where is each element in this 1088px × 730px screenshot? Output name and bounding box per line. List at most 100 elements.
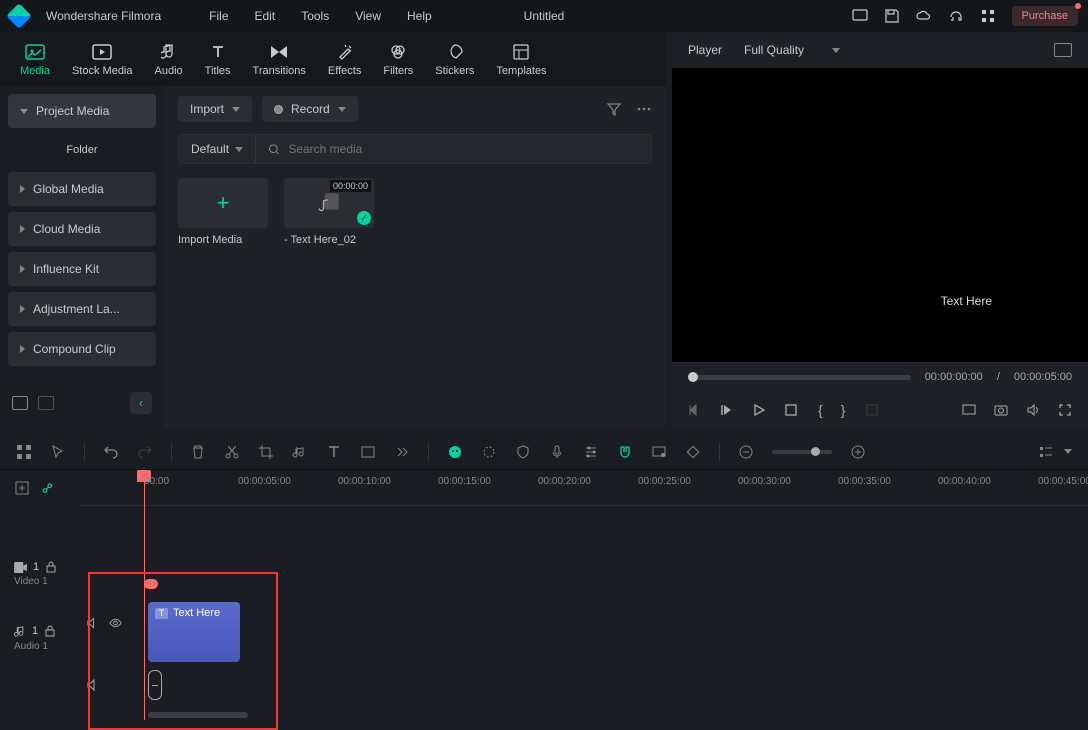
video-track-header[interactable]: 1 Video 1 — [0, 544, 80, 604]
fullscreen-icon[interactable] — [1058, 403, 1072, 417]
prev-frame-icon[interactable] — [688, 403, 702, 417]
tab-audio[interactable]: Audio — [151, 39, 187, 80]
volume-icon[interactable] — [1026, 403, 1040, 417]
shield-icon[interactable] — [515, 444, 531, 460]
loading-icon[interactable] — [481, 444, 497, 460]
save-icon[interactable] — [884, 8, 900, 24]
sidebar-cloud-media[interactable]: Cloud Media — [8, 212, 156, 246]
sidebar-global-media[interactable]: Global Media — [8, 172, 156, 206]
tab-transitions[interactable]: Transitions — [249, 39, 310, 80]
menu-help[interactable]: Help — [407, 9, 432, 23]
menu-view[interactable]: View — [355, 9, 381, 23]
tracks-area[interactable]: TText Here — [80, 506, 1088, 706]
menu-file[interactable]: File — [209, 9, 228, 23]
progress-track[interactable] — [688, 375, 911, 380]
import-media-button[interactable]: + Import Media — [178, 178, 268, 246]
sort-dropdown[interactable]: Default — [179, 135, 256, 163]
play-prev-icon[interactable] — [720, 403, 734, 417]
adjust-icon[interactable] — [583, 444, 599, 460]
zoom-out-icon[interactable] — [738, 444, 754, 460]
purchase-button[interactable]: Purchase — [1012, 6, 1078, 26]
import-dropdown[interactable]: Import — [178, 96, 252, 122]
timeline-header: ⚯ 00:00 00:00:05:00 00:00:10:00 00:00:15… — [0, 470, 1088, 506]
chevron-down-icon — [235, 147, 243, 152]
timeline-area: ⚯ 00:00 00:00:05:00 00:00:10:00 00:00:15… — [0, 434, 1088, 719]
tab-titles[interactable]: Titles — [201, 39, 235, 80]
magnet-icon[interactable] — [617, 444, 633, 460]
text-tool-icon[interactable] — [326, 444, 342, 460]
mute-icon[interactable] — [86, 678, 100, 692]
tab-filters[interactable]: Filters — [379, 39, 417, 80]
camera-icon[interactable] — [994, 403, 1008, 417]
mark-in-icon[interactable]: { — [818, 402, 823, 418]
ai-icon[interactable] — [447, 444, 463, 460]
rect-tool-icon[interactable] — [360, 444, 376, 460]
sidebar-folder[interactable]: Folder — [8, 134, 156, 166]
audio-track-icon — [14, 625, 26, 638]
audio-track-header[interactable]: 1 Audio 1 — [0, 608, 80, 668]
audio-icon — [159, 42, 179, 62]
delete-icon[interactable] — [190, 444, 206, 460]
crop-tool-icon[interactable] — [258, 444, 274, 460]
display-icon[interactable] — [852, 8, 868, 24]
templates-icon — [511, 42, 531, 62]
audio-clip[interactable] — [148, 670, 162, 700]
zoom-slider[interactable] — [772, 450, 832, 454]
view-options-icon[interactable] — [1038, 444, 1054, 460]
record-dropdown[interactable]: Record — [262, 96, 358, 122]
media-clip-item[interactable]: 00:00:00 ✓ - Text Here_02 — [284, 178, 374, 246]
visibility-icon[interactable] — [109, 616, 122, 630]
lock-icon[interactable] — [44, 625, 56, 637]
folder-icon[interactable] — [38, 396, 54, 410]
headphones-icon[interactable] — [948, 8, 964, 24]
sidebar-adjustment-layer[interactable]: Adjustment La... — [8, 292, 156, 326]
tab-media[interactable]: Media — [16, 39, 54, 80]
undo-icon[interactable] — [103, 444, 119, 460]
zoom-in-icon[interactable] — [850, 444, 866, 460]
tab-effects[interactable]: Effects — [324, 39, 365, 80]
video-clip[interactable]: TText Here — [148, 602, 240, 662]
cloud-icon[interactable] — [916, 8, 932, 24]
apps-icon[interactable] — [980, 8, 996, 24]
sidebar-influence-kit[interactable]: Influence Kit — [8, 252, 156, 286]
display-icon[interactable] — [962, 403, 976, 417]
tab-stickers[interactable]: Stickers — [431, 39, 478, 80]
snapshot-icon[interactable] — [1054, 43, 1072, 57]
more-tools-icon[interactable] — [394, 444, 410, 460]
sidebar-compound-clip[interactable]: Compound Clip — [8, 332, 156, 366]
timeline-scrollbar[interactable] — [148, 712, 248, 718]
timeline-ruler[interactable]: 00:00 00:00:05:00 00:00:10:00 00:00:15:0… — [80, 470, 1088, 506]
keyframe-icon[interactable] — [685, 444, 701, 460]
progress-thumb[interactable] — [688, 372, 698, 382]
collapse-sidebar-button[interactable]: ‹ — [130, 392, 152, 414]
mic-icon[interactable] — [549, 444, 565, 460]
tab-templates[interactable]: Templates — [492, 39, 550, 80]
quality-dropdown[interactable]: Full Quality — [744, 43, 840, 57]
more-icon[interactable] — [636, 101, 652, 117]
cursor-icon[interactable] — [50, 444, 66, 460]
preview-area[interactable]: Text Here — [672, 68, 1088, 362]
search-input[interactable] — [288, 142, 639, 156]
music-tool-icon[interactable] — [292, 444, 308, 460]
filter-icon[interactable] — [606, 101, 622, 117]
lock-icon[interactable] — [45, 561, 57, 573]
sidebar-project-media[interactable]: Project Media — [8, 94, 156, 128]
marker-icon[interactable] — [651, 444, 667, 460]
play-icon[interactable] — [752, 403, 766, 417]
stop-icon[interactable] — [784, 403, 798, 417]
add-track-icon[interactable] — [14, 480, 30, 496]
menu-tools[interactable]: Tools — [301, 9, 329, 23]
mark-out-icon[interactable]: } — [841, 402, 846, 418]
redo-icon[interactable] — [137, 444, 153, 460]
cut-icon[interactable] — [224, 444, 240, 460]
link-icon[interactable]: ⚯ — [38, 478, 58, 498]
crop-icon[interactable] — [865, 403, 879, 417]
grid-icon[interactable] — [16, 444, 32, 460]
menu-edit[interactable]: Edit — [255, 9, 276, 23]
media-sidebar: Project Media Folder Global Media Cloud … — [0, 86, 164, 428]
player-controls: { } — [672, 392, 1088, 428]
app-name: Wondershare Filmora — [46, 9, 161, 23]
mute-icon[interactable] — [86, 616, 99, 630]
tab-stock-media[interactable]: Stock Media — [68, 39, 137, 80]
new-folder-icon[interactable] — [12, 396, 28, 410]
